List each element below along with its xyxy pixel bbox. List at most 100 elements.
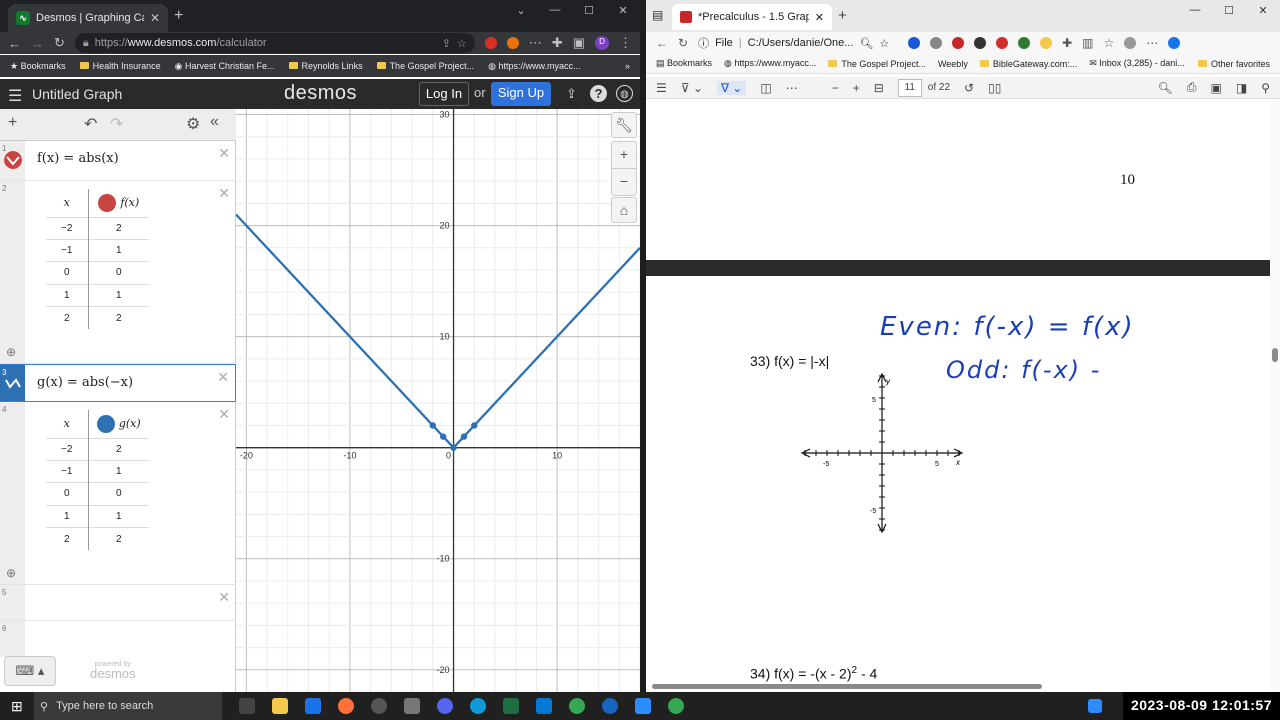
bookmarks-overflow-icon[interactable]: » bbox=[625, 61, 630, 71]
back-icon[interactable]: ← bbox=[656, 36, 668, 50]
expression-row-6[interactable]: 6 bbox=[0, 621, 236, 657]
expression-f[interactable]: f(x) = abs(x) bbox=[37, 151, 119, 166]
address-bar[interactable]: 🔒︎ https://www.desmos.com/calculator ⇪ ☆ bbox=[74, 33, 475, 53]
bookmark-item[interactable]: Weebly bbox=[938, 59, 968, 69]
address-bar[interactable]: ⓘ File | C:/Users/danie/One... 🔍︎ ☆ bbox=[698, 33, 898, 53]
chrome-icon[interactable] bbox=[569, 698, 585, 714]
point-style-icon[interactable] bbox=[96, 414, 115, 433]
draw-icon[interactable]: ∇ ⌄ bbox=[716, 80, 747, 95]
sidepanel-icon[interactable]: ▣ bbox=[573, 35, 585, 51]
redo-icon[interactable]: ↷ bbox=[110, 114, 123, 134]
split-screen-icon[interactable]: ▥ bbox=[1082, 36, 1093, 50]
edge-menu-icon[interactable]: ⋯ bbox=[1146, 36, 1158, 50]
profile-avatar[interactable] bbox=[1124, 37, 1137, 49]
chrome-icon[interactable] bbox=[668, 698, 684, 714]
bookmark-item[interactable]: The Gospel Project... bbox=[376, 61, 474, 71]
tab-pdf[interactable]: *Precalculus - 1.5 Graphing Techn ✕ bbox=[672, 4, 832, 30]
more-tools-icon[interactable]: ⋯ bbox=[786, 81, 798, 95]
table-g[interactable]: x g(x) −2 2 −1 1 00 11 22 bbox=[46, 410, 149, 550]
bookmark-item[interactable]: ◍ https://www.myacc... bbox=[488, 61, 580, 72]
extension-z-icon[interactable] bbox=[908, 37, 921, 49]
pin-icon[interactable]: ⚲ bbox=[1261, 81, 1270, 95]
wrench-settings-icon[interactable]: 🔧︎ bbox=[611, 112, 637, 138]
table-header-x[interactable]: x bbox=[46, 410, 89, 438]
save-as-icon[interactable]: ◨ bbox=[1236, 81, 1247, 95]
reload-icon[interactable]: ↻ bbox=[54, 35, 65, 51]
vertical-scrollbar[interactable] bbox=[1270, 100, 1280, 692]
bookmark-item[interactable]: BibleGateway.com:... bbox=[979, 59, 1077, 69]
graph-title[interactable]: Untitled Graph bbox=[32, 86, 122, 102]
edge-icon[interactable] bbox=[470, 698, 486, 714]
extension-gray-icon[interactable] bbox=[930, 37, 943, 49]
bookmark-item[interactable]: Reynolds Links bbox=[288, 61, 363, 71]
extension-dots-icon[interactable]: ⋯ bbox=[529, 35, 542, 51]
zoom-out-icon[interactable]: − bbox=[832, 81, 839, 95]
bookmark-item[interactable]: Other favorites bbox=[1197, 59, 1270, 69]
new-tab-icon[interactable]: + bbox=[174, 7, 183, 25]
favorite-star-icon[interactable]: ☆ bbox=[879, 37, 889, 50]
bookmark-item[interactable]: ◉ Harvest Christian Fe... bbox=[175, 61, 275, 72]
contents-icon[interactable]: ☰ bbox=[656, 81, 667, 95]
save-icon[interactable]: ▣ bbox=[1211, 81, 1222, 95]
minimize-icon[interactable]: — bbox=[538, 4, 572, 17]
delete-expression-icon[interactable]: ✕ bbox=[217, 369, 229, 386]
favorites-icon[interactable]: ☆ bbox=[1103, 36, 1114, 50]
help-icon[interactable]: ? bbox=[590, 85, 607, 102]
globe-icon[interactable]: ◍ bbox=[616, 85, 633, 102]
tray-zoom-icon[interactable] bbox=[1088, 699, 1102, 713]
close-window-icon[interactable]: ✕ bbox=[1246, 4, 1280, 17]
outlook-icon[interactable] bbox=[536, 698, 552, 714]
fit-page-icon[interactable]: ⊟ bbox=[874, 81, 884, 95]
todo-icon[interactable] bbox=[305, 698, 321, 714]
zoom-fit-icon[interactable]: ⊕ bbox=[6, 566, 16, 580]
signup-button[interactable]: Sign Up bbox=[491, 82, 551, 106]
table-header-x[interactable]: x bbox=[46, 189, 89, 217]
expression-row-3[interactable]: 3 g(x) = abs(−x) ✕ bbox=[0, 364, 236, 402]
tab-desmos[interactable]: ∿ Desmos | Graphing Calculator ✕ bbox=[8, 4, 168, 32]
extension-orange-icon[interactable] bbox=[506, 37, 519, 49]
table-header-fx[interactable]: f(x) bbox=[88, 189, 149, 217]
close-window-icon[interactable]: ✕ bbox=[606, 4, 640, 17]
delete-table-icon[interactable]: ✕ bbox=[218, 185, 230, 202]
login-button[interactable]: Log In bbox=[419, 82, 469, 106]
pdf-viewer[interactable]: 10 33) f(x) = |-x| y x 5 -5 -5 5 Even: f… bbox=[646, 100, 1280, 692]
delete-expression-icon[interactable]: ✕ bbox=[218, 589, 230, 606]
scroll-thumb[interactable] bbox=[1272, 348, 1278, 362]
graph-color-blue-icon[interactable] bbox=[4, 375, 22, 393]
firefox-icon[interactable] bbox=[338, 698, 354, 714]
hamburger-menu-icon[interactable]: ☰ bbox=[8, 86, 22, 106]
discord-icon[interactable] bbox=[437, 698, 453, 714]
expression-g[interactable]: g(x) = abs(−x) bbox=[37, 375, 133, 390]
new-tab-icon[interactable]: + bbox=[838, 7, 847, 24]
extension-record-icon[interactable] bbox=[996, 37, 1009, 49]
windows-start-icon[interactable]: ⊞ bbox=[11, 698, 23, 715]
expression-row-1[interactable]: 1 f(x) = abs(x) ✕ bbox=[0, 141, 236, 181]
page-number-input[interactable]: 11 bbox=[897, 78, 922, 97]
forward-icon[interactable]: → bbox=[31, 36, 44, 51]
expression-row-4[interactable]: 4 ⊕ ✕ x g(x) −2 2 −1 1 00 11 22 bbox=[0, 402, 236, 585]
app-icon[interactable] bbox=[602, 698, 618, 714]
bookmark-item[interactable]: ★ Bookmarks bbox=[10, 61, 66, 72]
expression-row-2[interactable]: 2 ⊕ ✕ x f(x) −2 2 −1 1 00 11 22 bbox=[0, 181, 236, 364]
keyboard-toggle-button[interactable]: ⌨ ▴ bbox=[4, 656, 56, 686]
add-item-icon[interactable]: + bbox=[8, 114, 17, 132]
table-f[interactable]: x f(x) −2 2 −1 1 00 11 22 bbox=[46, 189, 149, 329]
bookmark-item[interactable]: Health Insurance bbox=[79, 61, 161, 71]
excel-icon[interactable] bbox=[503, 698, 519, 714]
graph-color-red-icon[interactable] bbox=[4, 151, 22, 169]
app-icon[interactable] bbox=[371, 698, 387, 714]
taskbar-search[interactable]: ⚲ Type here to search bbox=[34, 692, 222, 720]
zoom-icon[interactable] bbox=[635, 698, 651, 714]
extension-abp-icon[interactable] bbox=[484, 37, 497, 49]
app-icon[interactable] bbox=[404, 698, 420, 714]
extension-dark-icon[interactable] bbox=[974, 37, 987, 49]
zoom-icon[interactable]: 🔍︎ bbox=[859, 37, 873, 50]
puzzle-icon[interactable]: ✚ bbox=[552, 35, 563, 51]
point-style-icon[interactable] bbox=[98, 193, 117, 212]
settings-gear-icon[interactable]: ⚙ bbox=[186, 114, 200, 134]
extension-red-icon[interactable] bbox=[952, 37, 965, 49]
horizontal-scrollbar[interactable] bbox=[652, 684, 1042, 689]
expression-row-5[interactable]: 5 ✕ bbox=[0, 585, 236, 621]
home-zoom-icon[interactable]: ⌂ bbox=[611, 197, 637, 223]
print-icon[interactable]: ⎙ bbox=[1187, 80, 1197, 95]
